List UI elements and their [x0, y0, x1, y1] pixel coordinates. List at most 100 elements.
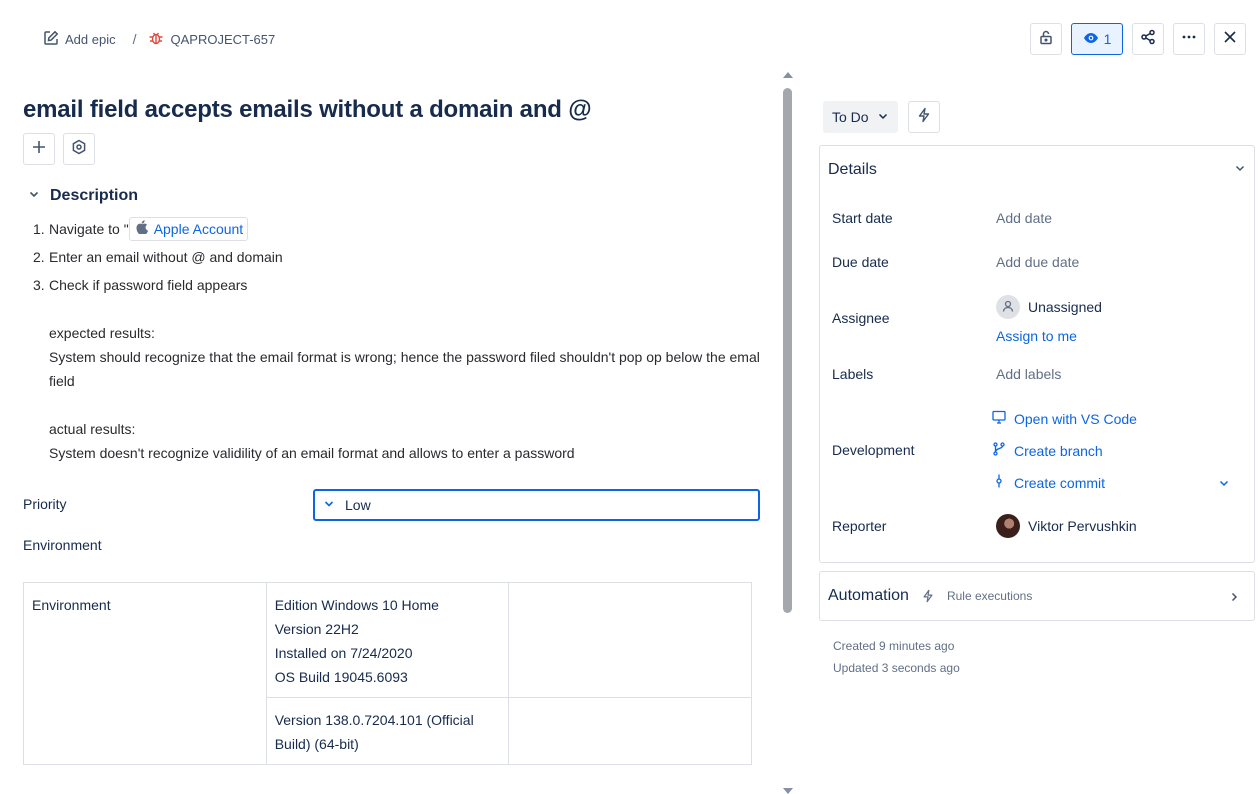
start-date-label: Start date — [832, 210, 893, 226]
add-button[interactable] — [23, 133, 55, 165]
hexagon-icon — [71, 139, 87, 160]
apple-icon — [136, 217, 148, 241]
cell-line: OS Build 19045.6093 — [274, 669, 408, 685]
issue-action-buttons — [23, 133, 95, 165]
create-commit-label: Create commit — [1014, 474, 1106, 491]
create-commit-link[interactable]: Create commit — [992, 474, 1105, 491]
description-toggle[interactable]: Description — [28, 187, 138, 205]
automation-subtitle: Rule executions — [946, 589, 1033, 603]
avatar — [996, 295, 1020, 319]
created-timestamp: Created 9 minutes ago — [833, 639, 955, 653]
cell-line: Version 22H2 — [274, 621, 359, 637]
apple-account-label: Apple Account — [153, 221, 244, 237]
labels-field[interactable]: Add labels — [996, 366, 1061, 382]
open-vscode-link[interactable]: Open with VS Code — [992, 410, 1137, 427]
list-item: 3. Check if password field appears — [33, 271, 773, 299]
cell-line: Edition Windows 10 Home — [274, 597, 439, 613]
add-epic-link[interactable]: Add epic — [43, 30, 116, 49]
create-branch-link[interactable]: Create branch — [992, 442, 1103, 459]
apple-account-link[interactable]: Apple Account — [128, 217, 249, 241]
due-date-field[interactable]: Add due date — [996, 254, 1079, 270]
scrollbar-thumb[interactable] — [783, 88, 792, 613]
list-item: 1. Navigate to " Apple Account — [33, 215, 773, 243]
details-panel: Details Start date Add date Due date Add… — [819, 145, 1255, 563]
chevron-down-icon — [1234, 161, 1246, 179]
list-item: 2. Enter an email without @ and domain — [33, 243, 773, 271]
table-row: Environment Edition Windows 10 Home Vers… — [23, 582, 752, 765]
description-heading: Description — [50, 187, 139, 204]
table-cell[interactable]: Environment — [23, 582, 267, 765]
issue-main-content[interactable]: email field accepts emails without a dom… — [0, 70, 780, 794]
plus-icon — [31, 139, 47, 160]
priority-label: Priority — [23, 496, 67, 512]
assignee-field[interactable]: Unassigned — [996, 295, 1102, 319]
expected-results-text: System should recognize that the email f… — [49, 349, 760, 389]
updated-timestamp: Updated 3 seconds ago — [833, 661, 960, 675]
more-actions-button[interactable] — [1173, 23, 1205, 55]
step-number: 2. — [33, 249, 45, 265]
status-dropdown[interactable]: To Do — [823, 101, 898, 133]
development-label: Development — [832, 442, 915, 458]
start-date-field[interactable]: Add date — [996, 210, 1052, 226]
share-icon — [1140, 29, 1156, 50]
table-cell[interactable]: Edition Windows 10 Home Version 22H2 Ins… — [265, 582, 510, 698]
environment-label: Environment — [23, 537, 102, 553]
priority-select[interactable]: Low — [313, 489, 760, 521]
issue-key: QAPROJECT-657 — [170, 31, 276, 47]
table-cell[interactable] — [508, 697, 752, 765]
bug-icon — [148, 30, 164, 49]
details-heading: Details — [828, 161, 877, 178]
scroll-up-arrow-icon[interactable] — [783, 72, 793, 78]
assign-to-me-link[interactable]: Assign to me — [996, 328, 1077, 344]
reporter-field[interactable]: Viktor Pervushkin — [996, 514, 1137, 538]
expected-results-label: expected results: — [49, 325, 155, 341]
step-text: Navigate to " — [49, 221, 129, 237]
reporter-label: Reporter — [832, 518, 887, 534]
issue-key-link[interactable]: QAPROJECT-657 — [148, 30, 275, 49]
cell-line: Version 138.0.7204.101 (Official — [274, 712, 474, 728]
reporter-value: Viktor Pervushkin — [1028, 518, 1137, 534]
main-scrollbar[interactable] — [783, 72, 793, 794]
close-button[interactable] — [1214, 23, 1246, 55]
assignee-label: Assignee — [832, 310, 890, 326]
environment-table: Environment Edition Windows 10 Home Vers… — [23, 582, 752, 765]
chevron-down-icon — [877, 109, 889, 125]
actual-results-label: actual results: — [49, 421, 136, 437]
lightning-icon — [921, 589, 935, 603]
labels-label: Labels — [832, 366, 874, 382]
priority-low-icon — [323, 497, 335, 513]
eye-icon — [1083, 30, 1099, 49]
assignee-value: Unassigned — [1028, 299, 1102, 315]
chevron-right-icon — [1228, 590, 1240, 608]
development-expand-chevron-icon[interactable] — [1218, 476, 1230, 494]
breadcrumb: Add epic / QAPROJECT-657 — [43, 29, 275, 49]
issue-title[interactable]: email field accepts emails without a dom… — [23, 96, 592, 124]
step-number: 3. — [33, 277, 45, 293]
share-button[interactable] — [1132, 23, 1164, 55]
watch-button[interactable]: 1 — [1071, 23, 1123, 55]
commit-icon — [992, 474, 1006, 491]
apps-button[interactable] — [63, 133, 95, 165]
actions-button[interactable] — [908, 101, 940, 133]
automation-title: Automation — [828, 587, 909, 604]
actual-results-text: System doesn't recognize validility of a… — [49, 445, 575, 461]
more-icon — [1181, 29, 1197, 50]
automation-panel[interactable]: Automation Rule executions — [819, 571, 1255, 621]
details-header[interactable]: Details — [828, 161, 1246, 179]
lightning-icon — [916, 107, 932, 128]
create-branch-label: Create branch — [1014, 442, 1103, 459]
monitor-icon — [992, 410, 1006, 427]
priority-value: Low — [345, 497, 371, 513]
edit-icon — [43, 30, 59, 49]
branch-icon — [992, 442, 1006, 459]
issue-toolbar: 1 — [1030, 23, 1246, 55]
description-body[interactable]: 1. Navigate to " Apple Account 2. Enter … — [33, 215, 773, 465]
table-cell[interactable] — [508, 582, 752, 698]
step-text: Check if password field appears — [49, 277, 248, 293]
scroll-down-arrow-icon[interactable] — [783, 788, 793, 794]
cell-line: Installed on 7/24/2020 — [274, 645, 413, 661]
table-cell[interactable]: Version 138.0.7204.101 (Official Build) … — [265, 697, 510, 765]
open-vscode-label: Open with VS Code — [1014, 410, 1137, 427]
step-text: Enter an email without @ and domain — [49, 249, 283, 265]
lock-button[interactable] — [1030, 23, 1062, 55]
